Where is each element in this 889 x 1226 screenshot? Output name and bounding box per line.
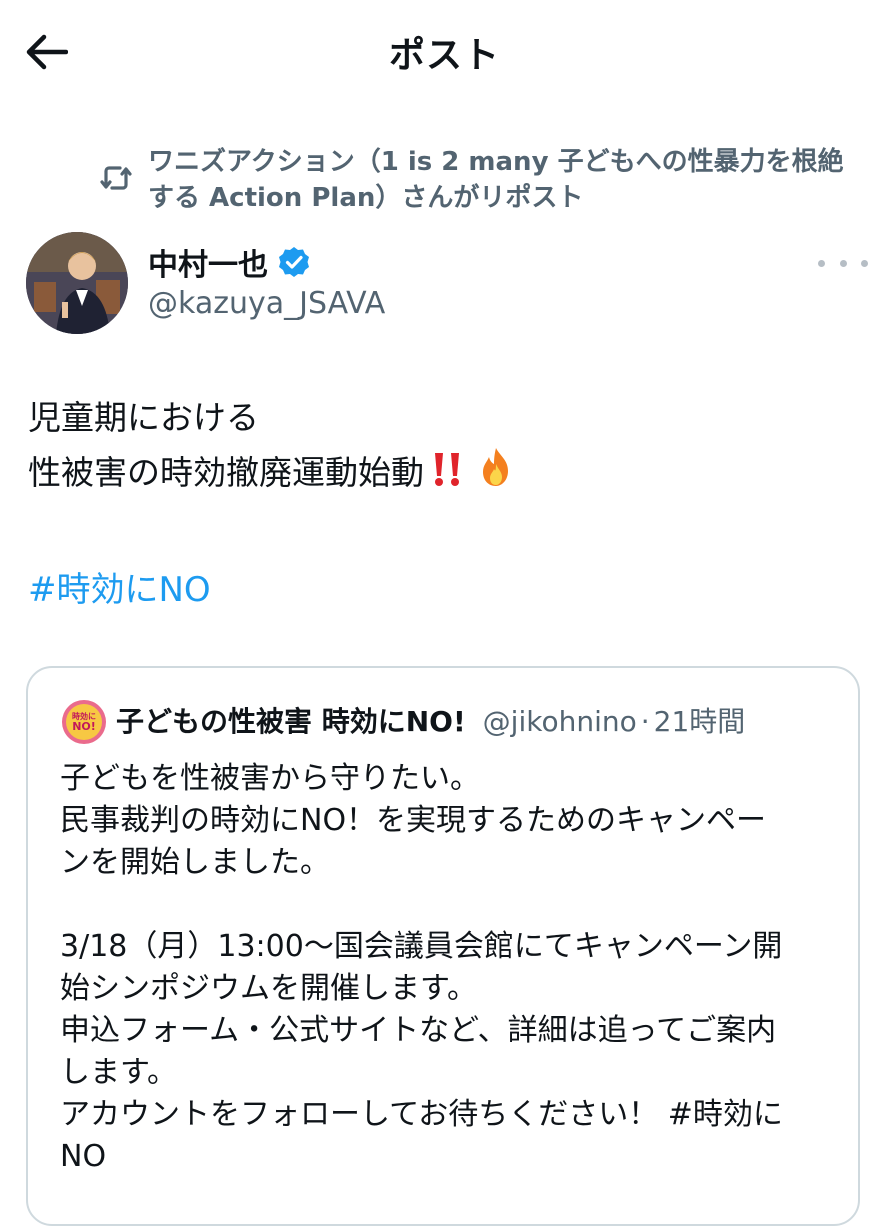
quote-line: 申込フォーム・公式サイトなど、詳細は追ってご案内 <box>60 1013 777 1048</box>
author-name-text: 中村一也 <box>148 248 268 283</box>
more-dot-icon <box>818 259 825 267</box>
quote-author-handle[interactable]: @jikohnino <box>483 705 637 738</box>
emoji-icons <box>430 446 518 504</box>
avatar-photo <box>26 232 128 334</box>
verified-badge-icon <box>279 247 309 277</box>
quote-avatar-logo: 時効に NO! <box>66 704 102 740</box>
quote-line: ンを開始しました。 <box>60 845 330 880</box>
quote-line: アカウントをフォローしてお待ちください！ #時効に <box>60 1097 783 1132</box>
quote-avatar[interactable]: 時効に NO! <box>62 700 106 744</box>
repost-label: ワニズアクション（1 is 2 many 子どもへの性暴力を根絶する Actio… <box>148 147 844 213</box>
post-line-with-emoji: 性被害の時効撤廃運動始動 <box>28 445 858 500</box>
more-options-button[interactable] <box>818 248 868 278</box>
quote-header: 子どもの性被害 時効にNO! @jikohnino · 21時間 <box>116 700 856 740</box>
repost-icon <box>100 166 132 190</box>
double-exclamation-icon <box>435 452 459 486</box>
author-handle[interactable]: @kazuya_JSAVA <box>148 286 385 321</box>
quote-line: 民事裁判の時効にNO！を実現するためのキャンペー <box>60 803 767 838</box>
top-bar: ポスト <box>0 0 889 100</box>
post-line-text: 性被害の時効撤廃運動始動 <box>28 453 424 492</box>
author-name[interactable]: 中村一也 <box>148 240 310 284</box>
author-avatar[interactable] <box>26 232 128 334</box>
quote-line: NO <box>60 1139 107 1174</box>
hashtag-link[interactable]: #時効にNO <box>28 562 211 611</box>
quote-line: 子どもを性被害から守りたい。 <box>60 761 480 796</box>
quote-body: 子どもを性被害から守りたい。 民事裁判の時効にNO！を実現するためのキャンペー … <box>60 758 840 1178</box>
fire-icon <box>483 447 508 486</box>
quote-line: します。 <box>60 1055 177 1090</box>
quoted-post-card[interactable]: 時効に NO! 子どもの性被害 時効にNO! @jikohnino · 21時間 子… <box>26 666 860 1226</box>
more-dot-icon <box>839 259 847 267</box>
quote-line: 始シンポジウムを開催します。 <box>60 971 477 1006</box>
quote-line: 3/18（月）13:00〜国会議員会館にてキャンペーン開 <box>60 929 783 964</box>
quote-timestamp[interactable]: 21時間 <box>654 705 746 738</box>
post-line: 児童期における <box>28 398 259 437</box>
quote-avatar-text-bottom: NO! <box>72 720 96 733</box>
page-title: ポスト <box>388 35 500 76</box>
quote-separator: · <box>640 705 650 738</box>
quote-author-name[interactable]: 子どもの性被害 時効にNO! <box>116 705 466 738</box>
more-dot-icon <box>861 259 868 267</box>
quote-blank-line <box>60 884 840 926</box>
post-text: 児童期における 性被害の時効撤廃運動始動 <box>28 390 858 500</box>
